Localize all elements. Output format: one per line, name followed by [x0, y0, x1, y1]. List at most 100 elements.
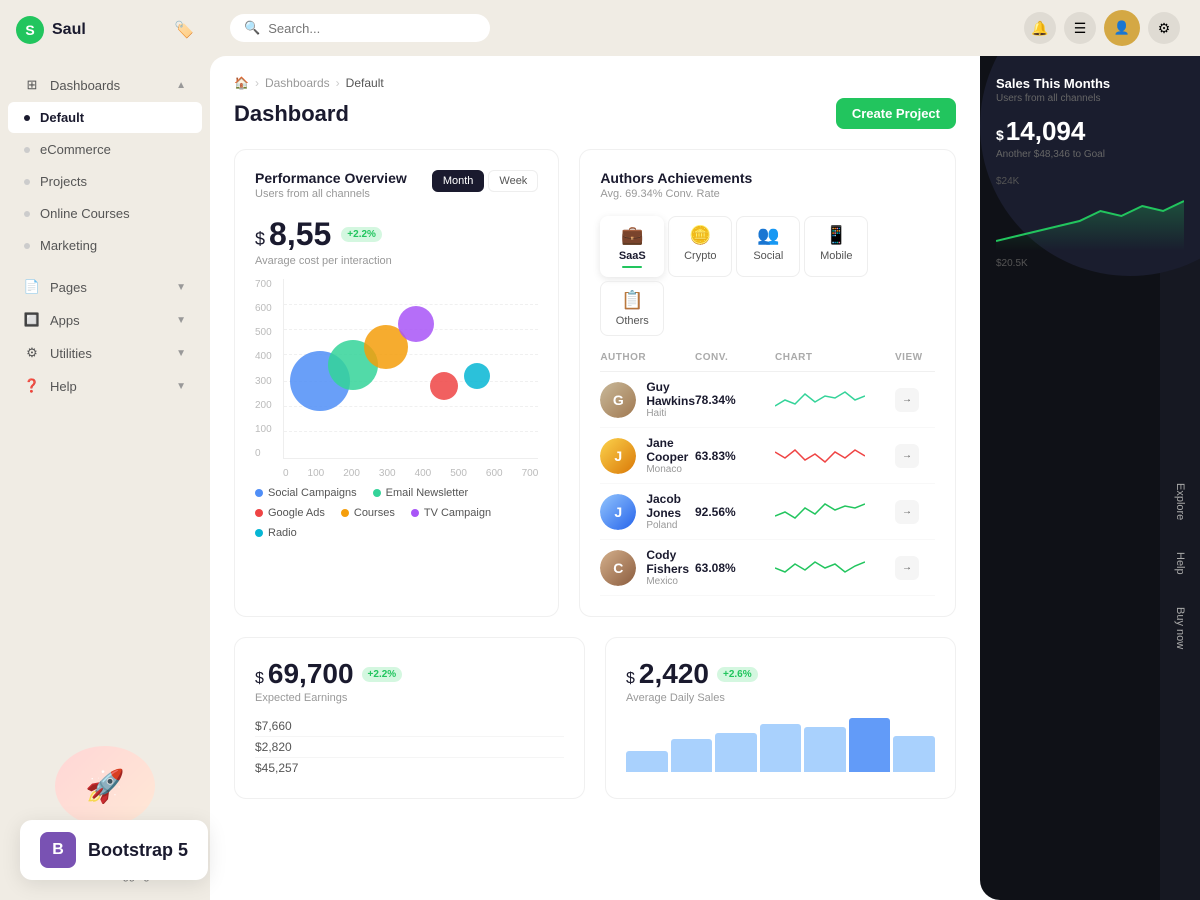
author-name-2: Jacob Jones	[646, 492, 695, 520]
search-box[interactable]: 🔍	[230, 14, 490, 42]
month-toggle-button[interactable]: Month	[432, 170, 485, 192]
author-name-1: Jane Cooper	[646, 436, 695, 464]
tab-social-label: Social	[753, 250, 783, 262]
authors-table: AUTHOR CONV. CHART VIEW G	[600, 348, 935, 596]
chevron-icon: ▼	[176, 282, 186, 293]
home-icon[interactable]: 🏠	[234, 76, 249, 90]
sidebar-item-online-courses[interactable]: Online Courses	[8, 198, 202, 229]
authors-card: Authors Achievements Avg. 69.34% Conv. R…	[579, 149, 956, 617]
sidebar-item-label: Help	[50, 379, 77, 394]
sidebar-item-apps[interactable]: 🔲 Apps ▼	[8, 304, 202, 336]
performance-value: $ 8,55	[255, 216, 331, 253]
author-avatar-2: J	[600, 494, 636, 530]
tab-social[interactable]: 👥 Social	[736, 216, 800, 277]
performance-card: Performance Overview Users from all chan…	[234, 149, 559, 617]
sidebar-item-default[interactable]: Default	[8, 102, 202, 133]
sidebar-item-help[interactable]: ❓ Help ▼	[8, 370, 202, 402]
y-label-205k: $20.5K	[996, 258, 1184, 269]
earnings-label: Expected Earnings	[255, 692, 564, 704]
mini-bars-chart	[626, 712, 935, 772]
header-view: VIEW	[895, 352, 935, 363]
avatar[interactable]: 👤	[1104, 10, 1140, 46]
nav-dot	[24, 147, 30, 153]
cards-row: Performance Overview Users from all chan…	[234, 149, 956, 617]
sparkline-3	[775, 554, 865, 582]
notifications-button[interactable]: 🔔	[1024, 12, 1056, 44]
tab-mobile[interactable]: 📱 Mobile	[804, 216, 868, 277]
value-number: 8,55	[269, 216, 331, 253]
sidebar-item-label: Default	[40, 110, 84, 125]
help-sidebar-button[interactable]: Help	[1170, 544, 1190, 583]
sidebar-toggle-icon[interactable]: 🏷️	[174, 20, 194, 40]
author-info-3: C Cody Fishers Mexico	[600, 548, 695, 587]
sidebar-navigation: ⊞ Dashboards ▲ Default eCommerce Project…	[0, 60, 210, 730]
sidebar-item-label: Apps	[50, 313, 80, 328]
nav-dot	[24, 179, 30, 185]
authors-tabs: 💼 SaaS 🪙 Crypto 👥 Social	[600, 216, 935, 336]
sidebar-item-projects[interactable]: Projects	[8, 166, 202, 197]
sidebar-item-utilities[interactable]: ⚙ Utilities ▼	[8, 337, 202, 369]
view-button-0[interactable]: →	[895, 388, 919, 412]
content-area: 🏠 › Dashboards › Default Dashboard Creat…	[210, 56, 1200, 900]
author-country-2: Poland	[646, 520, 695, 531]
app-name: Saul	[52, 21, 86, 39]
tab-crypto-label: Crypto	[684, 250, 716, 262]
others-icon: 📋	[621, 290, 643, 311]
bubble-chart: 700 600 500 400 300 200 100 0	[255, 279, 538, 479]
utilities-icon: ⚙	[24, 345, 40, 361]
tab-saas-label: SaaS	[619, 250, 646, 262]
tab-others[interactable]: 📋 Others	[600, 281, 664, 336]
currency-symbol: $	[255, 229, 265, 250]
sales-this-month: Sales This Months Users from all channel…	[980, 56, 1200, 272]
sidebar-item-dashboards[interactable]: ⊞ Dashboards ▲	[8, 69, 202, 101]
nav-dot	[24, 243, 30, 249]
author-conv-1: 63.83%	[695, 449, 775, 463]
sidebar-header: S Saul 🏷️	[0, 0, 210, 60]
view-button-2[interactable]: →	[895, 500, 919, 524]
earnings-row-2: $2,820	[255, 737, 564, 758]
stats-row: $ 69,700 +2.2% Expected Earnings $7,660 …	[234, 637, 956, 799]
sidebar-item-pages[interactable]: 📄 Pages ▼	[8, 271, 202, 303]
topbar-icons: 🔔 ☰ 👤 ⚙	[1024, 10, 1180, 46]
earnings-badge: +2.2%	[362, 667, 403, 682]
search-input[interactable]	[268, 21, 476, 36]
sales-badge: +2.6%	[717, 667, 758, 682]
app-logo: S	[16, 16, 44, 44]
chevron-icon: ▼	[176, 348, 186, 359]
buy-now-button[interactable]: Buy now	[1170, 599, 1190, 657]
earnings-row-3: $45,257	[255, 758, 564, 778]
tab-mobile-label: Mobile	[820, 250, 852, 262]
settings-button[interactable]: ⚙	[1148, 12, 1180, 44]
bubble-radio	[464, 363, 490, 389]
author-info-1: J Jane Cooper Monaco	[600, 436, 695, 475]
tab-crypto[interactable]: 🪙 Crypto	[668, 216, 732, 277]
view-button-3[interactable]: →	[895, 556, 919, 580]
header-conv: CONV.	[695, 352, 775, 363]
menu-button[interactable]: ☰	[1064, 12, 1096, 44]
table-row: G Guy Hawkins Haiti 78.34%	[600, 372, 935, 428]
tab-saas[interactable]: 💼 SaaS	[600, 216, 664, 277]
author-country-3: Mexico	[646, 576, 695, 587]
sidebar-item-ecommerce[interactable]: eCommerce	[8, 134, 202, 165]
sidebar-item-label: Dashboards	[50, 78, 120, 93]
sidebar-illustration: 🚀	[55, 746, 155, 826]
expected-earnings-card: $ 69,700 +2.2% Expected Earnings $7,660 …	[234, 637, 585, 799]
legend-item-tv: TV Campaign	[411, 507, 491, 519]
right-panel: Sales This Months Users from all channel…	[980, 56, 1200, 900]
nav-dot	[24, 115, 30, 121]
sidebar-item-marketing[interactable]: Marketing	[8, 230, 202, 261]
table-row: C Cody Fishers Mexico 63.08%	[600, 540, 935, 596]
authors-title: Authors Achievements	[600, 170, 752, 186]
performance-badge: +2.2%	[341, 227, 382, 242]
header-chart: CHART	[775, 352, 895, 363]
chevron-icon: ▼	[176, 315, 186, 326]
create-project-button[interactable]: Create Project	[836, 98, 956, 129]
week-toggle-button[interactable]: Week	[488, 170, 538, 192]
dashboard-main: 🏠 › Dashboards › Default Dashboard Creat…	[210, 56, 980, 900]
author-name-0: Guy Hawkins	[646, 380, 695, 408]
breadcrumb-dashboards[interactable]: Dashboards	[265, 76, 330, 90]
sales-value: $ 2,420	[626, 658, 709, 690]
crypto-icon: 🪙	[689, 225, 711, 246]
explore-button[interactable]: Explore	[1170, 475, 1190, 528]
view-button-1[interactable]: →	[895, 444, 919, 468]
